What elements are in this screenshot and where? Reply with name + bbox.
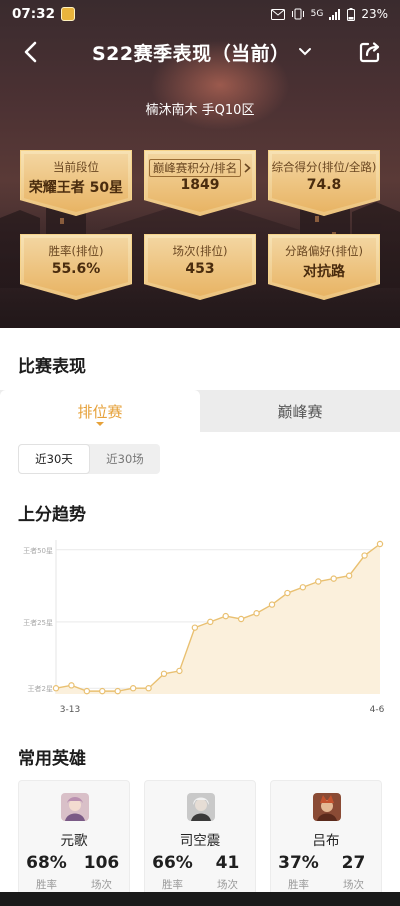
mode-tabs: 排位赛 巅峰赛 — [0, 390, 400, 432]
trend-point — [253, 610, 260, 617]
games-caption: 场次 — [217, 879, 238, 891]
trend-point — [129, 685, 137, 692]
battery-icon — [347, 7, 356, 21]
section-title-match: 比赛表现 — [18, 357, 86, 377]
hero-win-rate: 68% — [26, 853, 67, 873]
range-filter: 近30天 近30场 — [18, 444, 160, 474]
page-title: S22赛季表现（当前） — [92, 42, 290, 65]
chevron-right-icon — [244, 163, 251, 173]
hero-card[interactable]: 吕布 37% 胜率 27 场次 — [270, 780, 382, 906]
stat-label: 当前段位 — [53, 160, 99, 174]
match-performance-panel: 比赛表现 排位赛 巅峰赛 近30天 近30场 上分趋势 王者50星 王者25星 王者… — [0, 328, 400, 906]
status-right-icons: 5G 23% — [270, 7, 388, 21]
stat-label: 胜率(排位) — [48, 244, 104, 258]
trend-point — [191, 624, 199, 631]
section-title-trend: 上分趋势 — [18, 505, 86, 525]
tab-ranked[interactable]: 排位赛 — [0, 390, 200, 432]
stat-label: 综合得分(排位/全路) — [271, 160, 377, 174]
x-tick-label-end: 4-6 — [370, 705, 385, 715]
stat-value: 1849 — [180, 177, 220, 193]
tab-label: 巅峰赛 — [277, 402, 323, 421]
battery-level: 23% — [361, 7, 388, 21]
trend-point — [160, 670, 168, 678]
hero-name: 元歌 — [60, 833, 88, 849]
trend-point — [330, 575, 337, 582]
season-selector[interactable]: S22赛季表现（当前） — [92, 38, 312, 66]
trend-chart: 王者50星王者25星王者2星 3-13 4-6 — [16, 534, 386, 734]
hero-card[interactable]: 司空震 66% 胜率 41 场次 — [144, 780, 256, 906]
hero-name: 司空震 — [179, 833, 221, 849]
trend-point — [207, 618, 214, 626]
stat-label: 场次(排位) — [172, 244, 228, 258]
y-tick-label: 王者50星 — [23, 547, 53, 555]
y-tick-label: 王者2星 — [28, 685, 53, 693]
stat-value: 453 — [185, 261, 215, 277]
hero-win-rate: 66% — [152, 853, 193, 873]
stat-value: 荣耀王者 50星 — [28, 180, 124, 196]
trend-point — [52, 685, 60, 692]
status-bar: 07:32 5G 23% — [0, 0, 400, 28]
trend-point — [83, 687, 91, 695]
trend-point — [114, 687, 121, 695]
trend-point — [222, 612, 229, 620]
hero-card[interactable]: 元歌 68% 胜率 106 场次 — [18, 780, 130, 906]
filter-30-days[interactable]: 近30天 — [18, 444, 90, 474]
trend-point — [237, 615, 245, 623]
trend-point — [299, 584, 307, 591]
hero-card-list: 元歌 68% 胜率 106 场次 司空震 66% 胜率 41 场次 吕布 37%… — [0, 780, 400, 906]
avatar-lvbu — [313, 793, 341, 821]
section-title-heroes: 常用英雄 — [18, 749, 86, 769]
stat-label: 分路偏好(排位) — [285, 244, 363, 258]
hero-games: 41 — [215, 853, 240, 873]
hero-name: 吕布 — [312, 833, 340, 849]
trend-point — [284, 589, 291, 597]
tab-label: 排位赛 — [77, 402, 123, 421]
trend-point — [176, 667, 183, 675]
share-button[interactable] — [356, 38, 384, 66]
stat-value: 74.8 — [306, 177, 342, 193]
trend-point — [268, 601, 276, 608]
status-time: 07:32 — [12, 6, 55, 22]
mail-icon — [270, 8, 285, 20]
trend-chart-svg: 王者50星王者25星王者2星 3-13 4-6 — [23, 540, 385, 715]
stat-label: 巅峰赛积分/排名 — [148, 159, 242, 177]
stat-value: 55.6% — [51, 261, 101, 277]
games-caption: 场次 — [343, 879, 364, 891]
filter-30-games[interactable]: 近30场 — [90, 444, 160, 474]
trend-point — [99, 687, 106, 695]
game-app-icon — [60, 7, 75, 21]
trend-point — [376, 540, 384, 548]
x-tick-label-start: 3-13 — [60, 705, 80, 715]
share-icon — [359, 42, 380, 63]
win-rate-caption: 胜率 — [162, 879, 183, 891]
player-name-region: 楠沐南木 手Q10区 — [145, 103, 255, 118]
win-rate-caption: 胜率 — [288, 879, 309, 891]
y-tick-label: 王者25星 — [23, 619, 53, 627]
hero-games: 106 — [83, 853, 120, 873]
tab-active-indicator — [96, 422, 104, 426]
win-rate-caption: 胜率 — [36, 879, 57, 891]
network-label: 5G — [310, 9, 324, 19]
games-caption: 场次 — [91, 879, 112, 891]
stat-value: 对抗路 — [303, 264, 345, 280]
avatar-sikongzhen — [187, 793, 215, 821]
trend-point — [68, 682, 75, 689]
signal-icon — [329, 8, 341, 20]
trend-point — [145, 685, 152, 692]
chevron-down-icon — [298, 48, 311, 56]
back-arrow-icon — [24, 41, 37, 63]
avatar-yuange — [61, 793, 89, 821]
trend-point — [345, 572, 353, 579]
nav-bar: S22赛季表现（当前） — [0, 30, 400, 74]
system-nav-bar — [0, 892, 400, 906]
tab-peak[interactable]: 巅峰赛 — [200, 390, 400, 432]
vibrate-icon — [291, 8, 304, 20]
hero-win-rate: 37% — [278, 853, 319, 873]
trend-point — [361, 552, 368, 559]
back-button[interactable] — [16, 38, 44, 66]
trend-point — [315, 578, 322, 585]
hero-games: 27 — [341, 853, 366, 873]
